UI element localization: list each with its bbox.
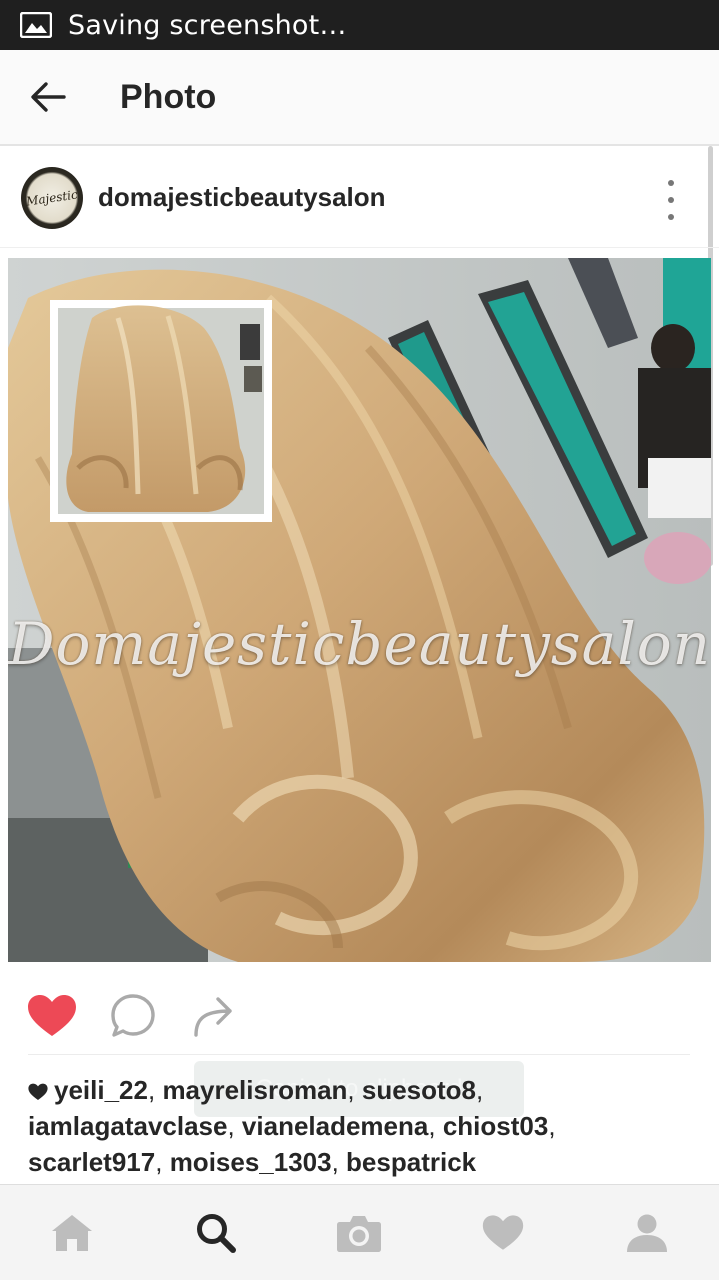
nav-home[interactable] xyxy=(0,1185,144,1280)
photo-watermark: Domajesticbeautysalon xyxy=(8,610,711,678)
bottom-nav xyxy=(0,1184,719,1280)
post-username[interactable]: domajesticbeautysalon xyxy=(98,182,386,213)
nav-activity[interactable] xyxy=(431,1185,575,1280)
nav-camera[interactable] xyxy=(288,1185,432,1280)
heart-icon xyxy=(483,1214,524,1250)
liker-name[interactable]: moises_1303 xyxy=(170,1147,332,1177)
page-title: Photo xyxy=(120,77,217,116)
status-bar: Saving screenshot… xyxy=(0,0,719,50)
avatar-logo-text: Majestic xyxy=(25,186,79,209)
heart-filled-icon xyxy=(28,995,76,1036)
arrow-left-icon xyxy=(31,82,66,112)
search-icon xyxy=(196,1213,236,1253)
back-button[interactable] xyxy=(28,77,68,117)
likes-list: yeili_22, mayrelisroman, suesoto8, iamlag… xyxy=(28,1075,556,1177)
liker-name[interactable]: bespatrick xyxy=(346,1147,476,1177)
comment-icon xyxy=(111,994,155,1037)
liker-name[interactable]: yeili_22 xyxy=(54,1075,148,1105)
avatar[interactable]: Majestic xyxy=(21,166,83,229)
home-icon xyxy=(51,1214,92,1251)
heart-small-icon xyxy=(28,1083,48,1100)
nav-search[interactable] xyxy=(144,1185,288,1280)
liker-name[interactable]: vianelademena xyxy=(242,1111,428,1141)
share-arrow-icon xyxy=(194,997,232,1037)
divider xyxy=(28,1054,690,1055)
liker-name[interactable]: iamlagatavclase xyxy=(28,1111,227,1141)
liker-name[interactable]: chiost03 xyxy=(443,1111,549,1141)
post-actions xyxy=(0,985,719,1047)
image-icon xyxy=(20,12,52,38)
nav-profile[interactable] xyxy=(575,1185,719,1280)
post-header: Majestic domajesticbeautysalon xyxy=(0,148,719,248)
more-options-icon[interactable] xyxy=(663,180,679,220)
camera-icon xyxy=(337,1215,382,1252)
liker-name[interactable]: mayrelisroman xyxy=(162,1075,347,1105)
share-button[interactable] xyxy=(188,991,238,1041)
comment-button[interactable] xyxy=(108,991,158,1041)
liker-name[interactable]: suesoto8 xyxy=(362,1075,476,1105)
like-button[interactable] xyxy=(27,991,77,1041)
liker-name[interactable]: scarlet917 xyxy=(28,1147,155,1177)
status-text: Saving screenshot… xyxy=(68,9,347,41)
app-bar: Photo xyxy=(0,50,719,146)
post-photo[interactable]: Domajesticbeautysalon xyxy=(8,258,711,962)
profile-icon xyxy=(627,1214,668,1252)
